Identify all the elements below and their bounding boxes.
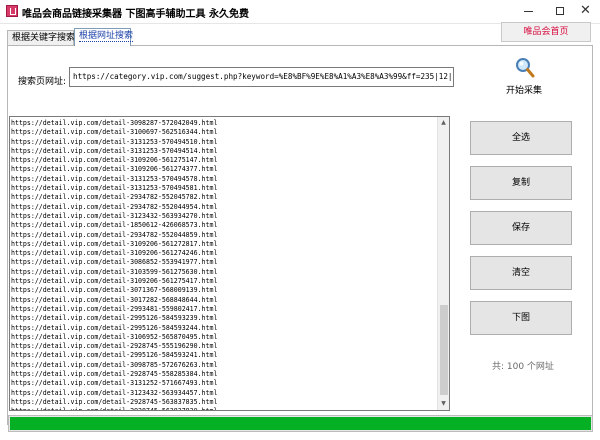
result-line: https://detail.vip.com/detail-3017282-56… bbox=[11, 295, 218, 304]
result-line: https://detail.vip.com/detail-2995126-58… bbox=[11, 323, 218, 332]
result-line: https://detail.vip.com/detail-2934782-55… bbox=[11, 193, 218, 202]
results-textarea[interactable]: https://detail.vip.com/detail-3098287-57… bbox=[9, 116, 450, 411]
copy-button[interactable]: 复制 bbox=[470, 166, 572, 200]
tab-url-search[interactable]: 根据网址搜索 bbox=[74, 28, 134, 46]
result-line: https://detail.vip.com/detail-3086852-55… bbox=[11, 258, 218, 267]
result-line: https://detail.vip.com/detail-2928745-56… bbox=[11, 397, 218, 406]
result-line: https://detail.vip.com/detail-1850612-42… bbox=[11, 221, 218, 230]
result-line: https://detail.vip.com/detail-3098287-57… bbox=[11, 119, 218, 127]
magnifier-icon bbox=[516, 58, 535, 78]
result-line: https://detail.vip.com/detail-3131253-57… bbox=[11, 146, 218, 155]
clear-button[interactable]: 清空 bbox=[470, 256, 572, 290]
result-line: https://detail.vip.com/detail-3109206-56… bbox=[11, 249, 218, 258]
scroll-up-icon[interactable]: ▲ bbox=[438, 117, 449, 129]
download-images-button[interactable]: 下图 bbox=[470, 301, 572, 335]
result-line: https://detail.vip.com/detail-3106952-56… bbox=[11, 332, 218, 341]
result-line: https://detail.vip.com/detail-2934782-55… bbox=[11, 230, 218, 239]
result-line: https://detail.vip.com/detail-3123432-56… bbox=[11, 211, 218, 220]
result-line: https://detail.vip.com/detail-3131253-57… bbox=[11, 184, 218, 193]
url-count-label: 共: 100 个网址 bbox=[492, 362, 554, 372]
result-line: https://detail.vip.com/detail-3131252-57… bbox=[11, 379, 218, 388]
result-line: https://detail.vip.com/detail-2928745-56… bbox=[11, 407, 438, 410]
start-collect-button[interactable]: 开始采集 bbox=[497, 55, 551, 99]
result-line: https://detail.vip.com/detail-3109206-56… bbox=[11, 239, 218, 248]
result-line: https://detail.vip.com/detail-2995126-58… bbox=[11, 314, 218, 323]
scroll-down-icon[interactable]: ▼ bbox=[438, 398, 449, 410]
result-line: https://detail.vip.com/detail-2993481-55… bbox=[11, 304, 218, 313]
result-line: https://detail.vip.com/detail-3131253-57… bbox=[11, 174, 218, 183]
window-title: 唯品会商品链接采集器 下图高手辅助工具 永久免费 bbox=[22, 9, 249, 20]
result-line: https://detail.vip.com/detail-3100697-56… bbox=[11, 128, 218, 137]
save-button[interactable]: 保存 bbox=[470, 211, 572, 245]
vip-home-button[interactable]: 唯品会首页 bbox=[501, 22, 591, 42]
minimize-icon bbox=[523, 10, 533, 12]
select-all-button[interactable]: 全选 bbox=[470, 121, 572, 155]
result-line: https://detail.vip.com/detail-2995126-58… bbox=[11, 351, 218, 360]
title-bar: 唯品会商品链接采集器 下图高手辅助工具 永久免费 ✕ bbox=[0, 0, 600, 24]
progress-bar bbox=[8, 415, 593, 432]
scroll-thumb[interactable] bbox=[440, 305, 448, 395]
result-line: https://detail.vip.com/detail-3098785-57… bbox=[11, 360, 218, 369]
search-url-label: 搜索页网址: bbox=[18, 77, 67, 87]
progress-fill bbox=[10, 417, 591, 430]
result-line: https://detail.vip.com/detail-3071367-56… bbox=[11, 286, 218, 295]
results-lines: https://detail.vip.com/detail-3098287-57… bbox=[10, 117, 438, 410]
results-scrollbar[interactable]: ▲ ▼ bbox=[437, 117, 449, 410]
result-line: https://detail.vip.com/detail-3131253-57… bbox=[11, 137, 218, 146]
result-line: https://detail.vip.com/detail-3123432-56… bbox=[11, 388, 218, 397]
result-line: https://detail.vip.com/detail-3103599-56… bbox=[11, 267, 218, 276]
tab-url-search-label: 根据网址搜索 bbox=[79, 31, 134, 42]
close-button[interactable]: ✕ bbox=[571, 0, 600, 24]
maximize-icon bbox=[556, 7, 564, 15]
result-line: https://detail.vip.com/detail-3109206-56… bbox=[11, 156, 218, 165]
result-line: https://detail.vip.com/detail-3109206-56… bbox=[11, 165, 218, 174]
start-collect-label: 开始采集 bbox=[505, 86, 542, 96]
result-line: https://detail.vip.com/detail-2928745-55… bbox=[11, 342, 218, 351]
result-line: https://detail.vip.com/detail-2934782-55… bbox=[11, 202, 218, 211]
minimize-button[interactable] bbox=[512, 0, 544, 24]
search-url-input[interactable]: https://category.vip.com/suggest.php?key… bbox=[69, 67, 454, 87]
result-line: https://detail.vip.com/detail-2928745-55… bbox=[11, 370, 218, 379]
result-line: https://detail.vip.com/detail-3109206-56… bbox=[11, 277, 218, 286]
app-icon bbox=[6, 5, 18, 17]
tab-keyword-search[interactable]: 根据关键字搜索 bbox=[7, 30, 75, 46]
